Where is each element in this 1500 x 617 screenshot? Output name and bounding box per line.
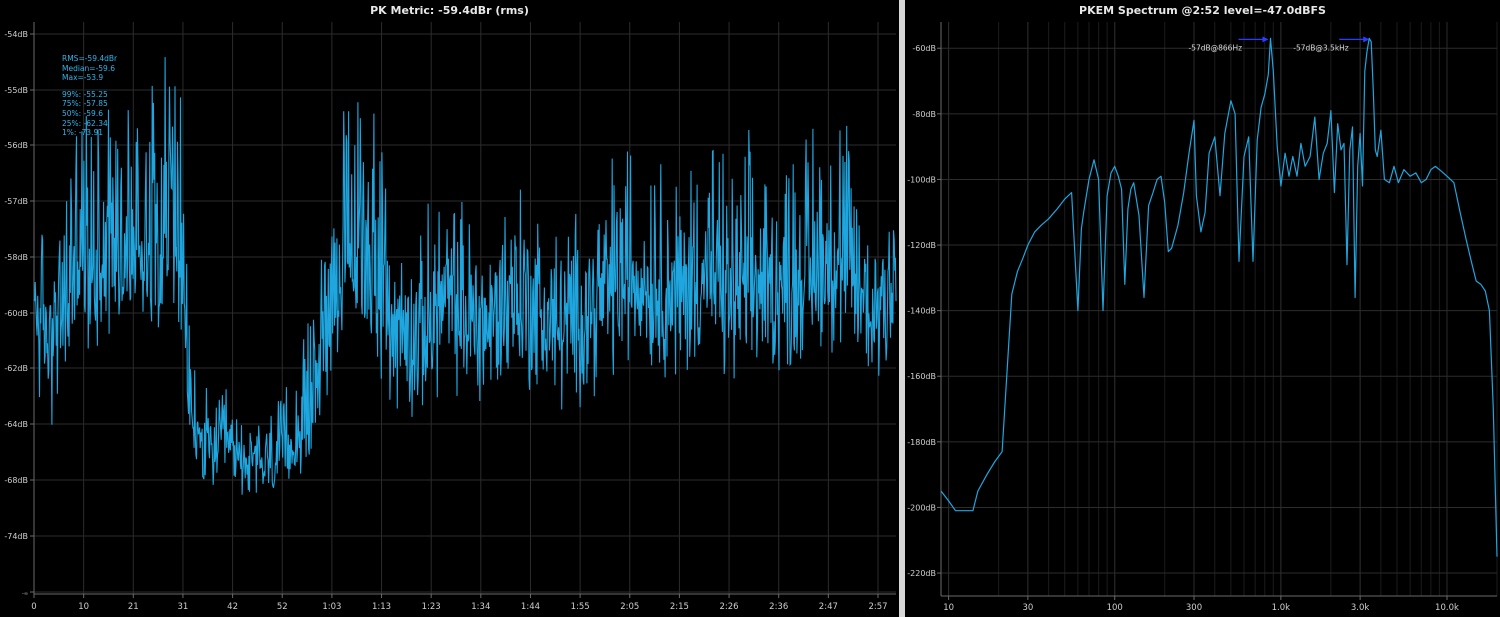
- pk-metric-chart: -54dB -55dB -56dB -57dB -58dB -60dB -62dB -64dB…: [4, 22, 897, 612]
- x-tick-label: 100: [1107, 603, 1123, 613]
- y-tick-label: -120dB: [907, 241, 936, 250]
- x-tick-label: 2:05: [620, 602, 639, 612]
- x-tick-label: 1.0k: [1272, 603, 1291, 613]
- x-tick-label: 300: [1186, 603, 1202, 613]
- x-tick-label: 1:23: [422, 602, 441, 612]
- x-tick-label: 10: [78, 602, 89, 612]
- stats-gap: [62, 83, 117, 90]
- y-tick-label: -64dB: [4, 420, 28, 429]
- x-tick-label: 2:36: [769, 602, 788, 612]
- x-tick-label: 2:15: [670, 602, 689, 612]
- x-tick-label: 2:47: [819, 602, 838, 612]
- stat-max: Max=-53.9: [62, 73, 104, 83]
- x-tick-label: 31: [178, 602, 189, 612]
- x-tick-label: 1:03: [322, 602, 341, 612]
- stats-box: RMS=-59.4dBr Median=-59.6 Max=-53.9 99%:…: [62, 54, 117, 138]
- x-tick-label: 1:34: [471, 602, 490, 612]
- y-tick-label: -100dB: [907, 175, 936, 184]
- stat-p99: 99%: -55.25: [62, 89, 108, 99]
- stat-median: Median=-59.6: [62, 63, 115, 73]
- x-tick-label: 1:44: [521, 602, 540, 612]
- pk-metric-panel: PK Metric: -59.4dBr (rms) -54dB -55dB -56d…: [0, 0, 899, 617]
- pkem-spectrum-chart: -60dB -80dB -100dB -120dB -140dB -160dB -180dB…: [907, 22, 1498, 613]
- x-tick-label: 2:26: [720, 602, 739, 612]
- stat-p50: 50%: -59.6: [62, 108, 103, 118]
- stat-p25: 25%: -62.34: [62, 118, 108, 128]
- x-tick-label: 42: [227, 602, 238, 612]
- y-tick-label: -220dB: [907, 569, 936, 578]
- y-tick-label: -200dB: [907, 503, 936, 512]
- y-tick-label: -140dB: [907, 307, 936, 316]
- y-tick-label: -62dB: [4, 364, 28, 373]
- x-tick-label: 0: [31, 602, 36, 612]
- y-tick-label: -55dB: [4, 86, 28, 95]
- x-tick-label: 3.0k: [1351, 603, 1370, 613]
- x-tick-label: 1:13: [372, 602, 391, 612]
- stat-rms: RMS=-59.4dBr: [62, 54, 118, 63]
- peak-annotation-label: -57dB@866Hz: [1188, 43, 1242, 52]
- y-tick-label: -54dB: [4, 30, 28, 39]
- x-tick-label: 1:55: [571, 602, 590, 612]
- y-tick-label: -60dB: [912, 44, 936, 53]
- stat-p75: 75%: -57.85: [62, 99, 108, 109]
- y-tick-label: -57dB: [4, 197, 28, 206]
- y-tick-label: -60dB: [4, 309, 28, 318]
- y-tick-label: -68dB: [4, 476, 28, 485]
- x-tick-label: 52: [277, 602, 288, 612]
- y-tick-label: -58dB: [4, 253, 28, 262]
- x-tick-label: 21: [128, 602, 139, 612]
- peak-annotation-label: -57dB@3.5kHz: [1293, 43, 1349, 52]
- y-tick-label: -180dB: [907, 438, 936, 447]
- y-tick-label: -160dB: [907, 372, 936, 381]
- y-tick-label: -56dB: [4, 141, 28, 150]
- x-tick-label: 30: [1022, 603, 1033, 613]
- plot-area: [941, 22, 1497, 596]
- x-tick-label: 10.0k: [1435, 603, 1459, 613]
- y-tick-label: -∞: [22, 591, 28, 597]
- y-tick-label: -80dB: [912, 110, 936, 119]
- stage: PK Metric: -59.4dBr (rms) -54dB -55dB -56d…: [0, 0, 1500, 617]
- y-tick-label: -74dB: [4, 532, 28, 541]
- stat-p1: 1%: -73.91: [62, 128, 103, 138]
- pkem-spectrum-panel: PKEM Spectrum @2:52 level=-47.0dBFS -60d…: [905, 0, 1500, 617]
- x-tick-label: 2:57: [868, 602, 887, 612]
- x-tick-label: 10: [943, 603, 954, 613]
